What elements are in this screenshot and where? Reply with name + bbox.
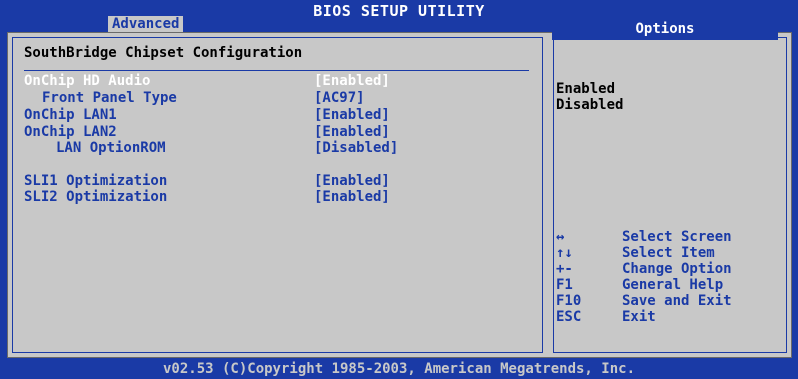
f1-key: F1 <box>556 277 573 293</box>
help-desc: Select Screen <box>622 229 732 245</box>
setting-label: SLI2 Optimization <box>24 189 168 205</box>
setting-value[interactable]: [Enabled] <box>314 107 390 124</box>
setting-value[interactable]: [Enabled] <box>314 189 390 206</box>
help-desc: Change Option <box>622 261 732 277</box>
setting-label: SLI1 Optimization <box>24 173 168 189</box>
setting-label: LAN OptionROM <box>56 140 166 156</box>
section-divider <box>24 70 529 71</box>
copyright-footer: v02.53 (C)Copyright 1985-2003, American … <box>0 359 798 379</box>
setting-value[interactable]: [Disabled] <box>314 140 398 157</box>
tab-advanced[interactable]: Advanced <box>108 16 184 32</box>
setting-label: OnChip LAN2 <box>24 124 117 140</box>
setting-value[interactable]: [Enabled] <box>314 73 390 90</box>
setting-label: Front Panel Type <box>42 90 177 106</box>
option-disabled[interactable]: Disabled <box>556 97 623 113</box>
help-select-screen: ↔ Select Screen <box>556 229 776 245</box>
setting-onchip-hd-audio[interactable]: OnChip HD Audio [Enabled] <box>24 73 534 90</box>
setting-onchip-lan2[interactable]: OnChip LAN2 [Enabled] <box>24 124 534 141</box>
help-desc: Exit <box>622 309 656 325</box>
option-enabled[interactable]: Enabled <box>556 81 615 97</box>
setting-value[interactable]: [Enabled] <box>314 173 390 190</box>
up-down-arrow-icon: ↑↓ <box>556 245 573 261</box>
setting-value[interactable]: [Enabled] <box>314 124 390 141</box>
options-heading: Options <box>552 18 778 40</box>
section-title: SouthBridge Chipset Configuration <box>24 45 303 61</box>
help-select-item: ↑↓ Select Item <box>556 245 776 261</box>
help-desc: Save and Exit <box>622 293 732 309</box>
help-save-exit: F10 Save and Exit <box>556 293 776 309</box>
esc-key: ESC <box>556 309 582 325</box>
help-change-option: +- Change Option <box>556 261 776 277</box>
setting-label: OnChip HD Audio <box>24 73 151 89</box>
f10-key: F10 <box>556 293 582 309</box>
left-right-arrow-icon: ↔ <box>556 229 565 245</box>
plus-minus-key: +- <box>556 261 573 277</box>
setting-lan-optionrom[interactable]: LAN OptionROM [Disabled] <box>24 140 534 157</box>
help-desc: Select Item <box>622 245 715 261</box>
setting-value[interactable]: [AC97] <box>314 90 365 107</box>
help-exit: ESC Exit <box>556 309 776 325</box>
setting-label: OnChip LAN1 <box>24 107 117 123</box>
setting-sli2-optimization[interactable]: SLI2 Optimization [Enabled] <box>24 189 534 206</box>
setting-sli1-optimization[interactable]: SLI1 Optimization [Enabled] <box>24 173 534 190</box>
help-general-help: F1 General Help <box>556 277 776 293</box>
setting-front-panel-type[interactable]: Front Panel Type [AC97] <box>24 90 534 107</box>
setting-onchip-lan1[interactable]: OnChip LAN1 [Enabled] <box>24 107 534 124</box>
help-desc: General Help <box>622 277 724 293</box>
